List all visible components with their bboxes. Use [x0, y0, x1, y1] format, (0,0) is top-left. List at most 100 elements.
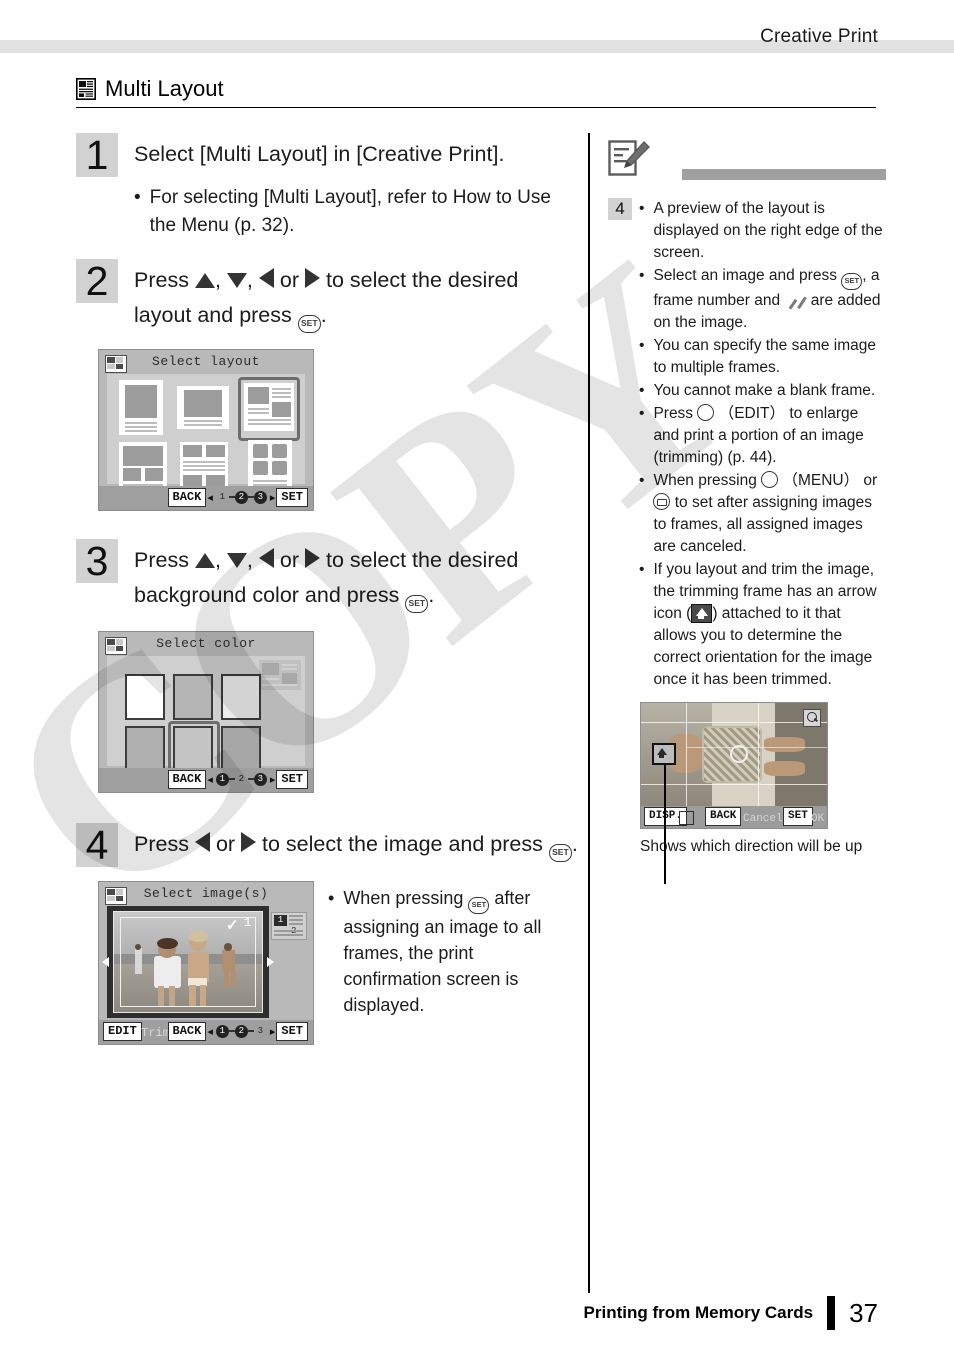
right-arrow-icon: [304, 268, 320, 289]
check-mark-icon: [784, 293, 806, 308]
step-1-text: Select [Multi Layout] in [Creative Print…: [134, 142, 505, 166]
color-swatch-3[interactable]: [221, 673, 261, 720]
down-arrow-icon: [226, 273, 247, 289]
set-button[interactable]: SET: [276, 487, 308, 507]
set-caret-icon: ▸: [269, 491, 276, 504]
left-arrow-icon: [194, 831, 210, 852]
edit-circle-button-icon: [697, 404, 715, 422]
lcd-image-stage: ✓ 1: [102, 905, 274, 1018]
color-swatch-1[interactable]: [125, 673, 165, 720]
layout-dot-3: 3: [253, 490, 267, 504]
zoom-icon[interactable]: [803, 709, 821, 728]
note-text-pre: Select an image and press: [653, 267, 837, 284]
layout-option-2[interactable]: [177, 385, 229, 429]
back-button[interactable]: BACK: [167, 769, 207, 789]
section-rule: [76, 107, 876, 108]
layout-option-1[interactable]: [119, 379, 163, 435]
step-1-number: 1: [76, 133, 118, 177]
bullet-dot: •: [134, 187, 141, 208]
back-caret-icon: ◂: [207, 1025, 213, 1038]
note-text-post2: to set after assigning images to frames,…: [653, 494, 873, 556]
image-dot-2: 2: [234, 1024, 248, 1038]
bullet-dot: •: [639, 405, 645, 423]
color-swatch-6[interactable]: [221, 725, 261, 772]
lcd-select-color: Select color BACK ◂ 1 2 3 ▸ SET: [98, 630, 314, 793]
trimming-footer: DISP. BACK Cancel SET OK: [641, 806, 827, 829]
multi-layout-icon: [76, 78, 96, 100]
step-4-note-pre: When pressing: [343, 887, 464, 908]
prev-image-arrow-icon[interactable]: [102, 956, 109, 967]
section-heading: Multi Layout: [76, 76, 876, 108]
layout-option-4[interactable]: [119, 441, 167, 492]
step-1-notes: • For selecting [Multi Layout], refer to…: [134, 184, 581, 239]
lcd-select-images: Select image(s) ✓ 1 1 EDIT BACK ◂ 1 2 3 …: [98, 880, 314, 1045]
set-button-icon: SET: [297, 314, 321, 333]
image-nav: BACK ◂ 1 2 3 ▸ SET: [167, 1021, 308, 1041]
or-label-4: or: [215, 831, 236, 856]
period-4: .: [571, 831, 578, 856]
back-button[interactable]: BACK: [167, 487, 207, 507]
color-swatch-4[interactable]: [125, 725, 165, 772]
color-dot-3: 3: [253, 772, 267, 786]
step-2-press-label: Press: [134, 268, 189, 293]
left-arrow-icon: [258, 268, 274, 289]
down-arrow-icon: [226, 552, 247, 568]
or-label-3: or: [279, 547, 299, 572]
image-dot-1: 1: [215, 1024, 229, 1038]
up-arrow-icon: [194, 552, 215, 568]
layout-dot-1: 1: [219, 491, 226, 502]
set-button[interactable]: SET: [783, 807, 813, 827]
set-button-icon: SET: [548, 843, 572, 862]
lcd-image-footer: EDIT Trimming BACK ◂ 1 2 3 ▸ SET: [99, 1019, 313, 1044]
back-caret-icon: ◂: [207, 491, 213, 504]
rotate-icon[interactable]: [679, 811, 694, 826]
bullet-dot: •: [328, 887, 335, 908]
step-4-tail: to select the image and press: [262, 831, 543, 856]
color-dot-2: 2: [238, 773, 245, 784]
layout-option-5[interactable]: [180, 441, 228, 492]
footer-page-number: 37: [849, 1297, 878, 1328]
back-button[interactable]: BACK: [167, 1021, 207, 1041]
color-swatch-5[interactable]: [173, 725, 213, 772]
direction-up-icon: [652, 743, 676, 766]
selected-photo[interactable]: ✓ 1: [113, 910, 263, 1013]
note-item-text: Select an image and press SET, a frame n…: [653, 265, 884, 334]
step-4-number: 4: [76, 822, 118, 867]
callout-caption: Shows which direction will be up: [640, 838, 863, 856]
step-4-text: Press or to select the image and press S…: [134, 823, 578, 862]
note-item: • Press （EDIT） to enlarge and print a po…: [639, 403, 884, 469]
edit-button[interactable]: EDIT: [103, 1021, 142, 1041]
next-image-arrow-icon[interactable]: [267, 956, 274, 967]
frame-number-label: 1: [243, 914, 252, 930]
lcd-image-title: Select image(s): [143, 885, 269, 901]
layout-nav: BACK ◂ 1 2 3 ▸ SET: [167, 487, 308, 507]
back-button[interactable]: BACK: [705, 807, 742, 827]
bullet-dot: •: [639, 472, 645, 490]
color-swatch-2[interactable]: [173, 673, 213, 720]
note-item-text: If you layout and trim the image, the tr…: [653, 559, 884, 691]
step-3-press-label: Press: [134, 547, 189, 572]
layout-option-6[interactable]: [248, 439, 292, 492]
note-item-text: Press （EDIT） to enlarge and print a port…: [653, 403, 884, 469]
set-button[interactable]: SET: [276, 1021, 308, 1041]
move-pad-icon: [730, 744, 749, 763]
menu-circle-button-icon: [761, 471, 779, 489]
step-4-figure-row: Select image(s) ✓ 1 1 EDIT BACK ◂ 1 2 3 …: [76, 880, 581, 1045]
layout-step-dots: 1 2 3: [216, 490, 267, 504]
lcd-trimming-screen: DISP. BACK Cancel SET OK: [640, 702, 828, 830]
footer-chapter-title: Printing from Memory Cards: [583, 1303, 814, 1322]
step-2-text: Press , , or to select the desired layou…: [134, 259, 581, 333]
step-4-note-text: When pressing SET after assigning an ima…: [343, 885, 568, 1018]
left-arrow-icon: [258, 547, 274, 568]
layout-option-3[interactable]: [244, 382, 294, 431]
color-dot-1: 1: [215, 772, 229, 786]
footer-divider: [827, 1296, 836, 1330]
bullet-dot: •: [639, 337, 645, 354]
note-item: • If you layout and trim the image, the …: [639, 559, 884, 691]
set-button-icon: SET: [405, 594, 429, 613]
set-button[interactable]: SET: [276, 769, 308, 789]
lcd-layout-title: Select layout: [152, 353, 260, 369]
step-1-note-text: For selecting [Multi Layout], refer to H…: [149, 187, 551, 236]
lcd-layout-stage: [107, 373, 305, 492]
trimming-photo[interactable]: [641, 703, 827, 807]
